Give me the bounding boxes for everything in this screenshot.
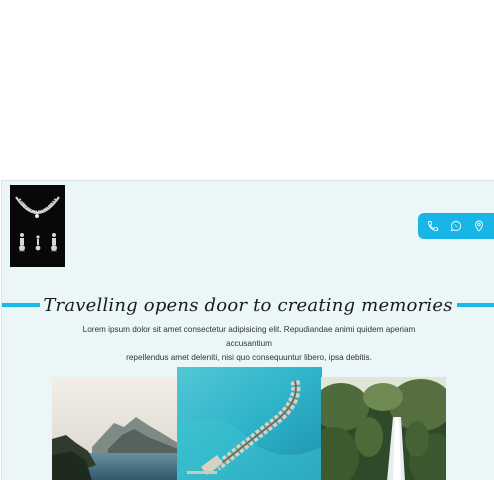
contact-bar <box>418 213 494 239</box>
section-headline: Travelling opens door to creating memori… <box>43 295 453 316</box>
page-panel: Travelling opens door to creating memori… <box>1 180 494 480</box>
jewelry-logo[interactable] <box>10 185 65 267</box>
section-description: Lorem ipsum dolor sit amet consectetur a… <box>62 323 436 365</box>
jungle-waterfall-photo[interactable] <box>321 377 446 480</box>
coastal-mountain-photo[interactable] <box>52 377 178 480</box>
location-pin-icon[interactable] <box>472 219 486 233</box>
whatsapp-icon[interactable] <box>449 219 463 233</box>
description-line-1: Lorem ipsum dolor sit amet consectetur a… <box>82 325 416 348</box>
overwater-villas-photo[interactable] <box>177 367 322 480</box>
description-line-2: repellendus amet deleniti, nisi quo cons… <box>126 353 372 362</box>
phone-icon[interactable] <box>426 219 440 233</box>
